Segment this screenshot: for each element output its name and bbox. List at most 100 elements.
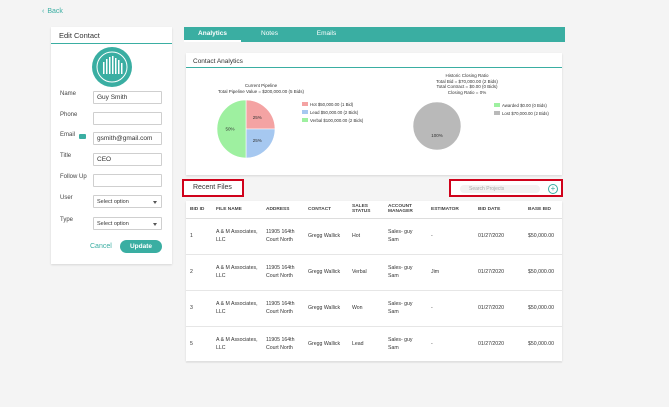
legend-swatch — [302, 118, 308, 122]
followup-field[interactable] — [93, 174, 162, 187]
col-bid-date[interactable]: BID DATE — [474, 201, 524, 219]
table-row[interactable]: 3 A & M Associates, LLC 11905 164th Cour… — [186, 290, 562, 327]
cell-estimator: - — [427, 218, 474, 255]
col-sales-status[interactable]: SALES STATUS — [348, 201, 384, 219]
pie-slice-label: 100% — [431, 133, 443, 138]
phone-label: Phone — [60, 112, 78, 118]
col-bid-id[interactable]: BID ID — [186, 201, 212, 219]
phone-row: Phone — [60, 112, 164, 125]
col-account-manager[interactable]: ACCOUNT MANAGER — [384, 201, 427, 219]
tab-analytics[interactable]: Analytics — [184, 27, 241, 42]
legend-label: Awarded $0.00 (0 Bids) — [502, 102, 547, 108]
col-file-name[interactable]: FILE NAME — [212, 201, 262, 219]
pie-slice-lead[interactable] — [245, 128, 276, 159]
avatar-logo-icon — [96, 51, 128, 83]
table-header-row: BID ID FILE NAME ADDRESS CONTACT SALES S… — [186, 201, 562, 219]
user-select-value: Select option — [97, 199, 129, 205]
user-select[interactable]: Select option — [93, 195, 162, 208]
cell-bid-date: 01/27/2020 — [474, 290, 524, 327]
cell-address: 11905 164th Court North — [262, 218, 304, 255]
cell-file-name: A & M Associates, LLC — [212, 218, 262, 255]
cell-address: 11905 164th Court North — [262, 326, 304, 363]
type-label: Type — [60, 217, 74, 223]
phone-field[interactable] — [93, 112, 162, 125]
cell-account-manager: Sales- guy Sam — [384, 254, 427, 291]
legend-item: Lost $70,000.00 (2 Bids) — [494, 109, 549, 117]
cell-bid-date: 01/27/2020 — [474, 254, 524, 291]
cell-sales-status: Hot — [348, 218, 384, 255]
cell-base-bid: $50,000.00 — [524, 326, 562, 363]
pie-slice-lost[interactable] — [412, 101, 462, 151]
cell-estimator: - — [427, 290, 474, 327]
edit-contact-title: Edit Contact — [51, 27, 172, 44]
cell-contact: Gregg Wallick — [304, 218, 348, 255]
cell-file-name: A & M Associates, LLC — [212, 254, 262, 291]
cell-bid-id: 2 — [186, 254, 212, 291]
search-input[interactable]: Search Projects — [460, 185, 540, 193]
tab-notes[interactable]: Notes — [241, 27, 298, 42]
recent-files-title: Recent Files — [182, 179, 244, 197]
cell-bid-date: 01/27/2020 — [474, 326, 524, 363]
cell-bid-id: 5 — [186, 326, 212, 363]
type-select-value: Select option — [97, 221, 129, 227]
table-row[interactable]: 2 A & M Associates, LLC 11905 164th Cour… — [186, 254, 562, 291]
cell-address: 11905 164th Court North — [262, 254, 304, 291]
title-row: Title CEO — [60, 153, 164, 166]
legend-item: Awarded $0.00 (0 Bids) — [494, 101, 549, 109]
legend-swatch — [494, 111, 500, 115]
cell-file-name: A & M Associates, LLC — [212, 290, 262, 327]
col-address[interactable]: ADDRESS — [262, 201, 304, 219]
table-row[interactable]: 1 A & M Associates, LLC 11905 164th Cour… — [186, 218, 562, 255]
cell-account-manager: Sales- guy Sam — [384, 326, 427, 363]
name-field[interactable]: Guy Smith — [93, 91, 162, 104]
cell-account-manager: Sales- guy Sam — [384, 290, 427, 327]
search-container: Search Projects + — [449, 179, 563, 197]
email-field[interactable]: gsmith@gmail.com — [93, 132, 162, 145]
cell-contact: Gregg Wallick — [304, 290, 348, 327]
cell-account-manager: Sales- guy Sam — [384, 218, 427, 255]
type-row: Type Select option — [60, 217, 164, 230]
cell-contact: Gregg Wallick — [304, 326, 348, 363]
pipeline-pie-chart: 25% 25% 50% — [216, 99, 276, 159]
col-contact[interactable]: CONTACT — [304, 201, 348, 219]
legend-label: Hot $50,000.00 (1 Bid) — [310, 101, 354, 107]
chevron-down-icon — [153, 201, 157, 204]
closing-title-line4: Closing Ratio = 0% — [447, 89, 487, 95]
cell-base-bid: $50,000.00 — [524, 254, 562, 291]
name-label: Name — [60, 91, 77, 97]
col-base-bid[interactable]: BASE BID — [524, 201, 562, 219]
closing-chart-title: Historic Closing Ratio Total Bid = $70,0… — [412, 73, 522, 95]
cell-address: 11905 164th Court North — [262, 290, 304, 327]
pie-slice-label: 50% — [226, 127, 235, 132]
email-icon[interactable] — [79, 134, 86, 139]
pipeline-legend: Hot $50,000.00 (1 Bid) Lead $50,000.00 (… — [302, 100, 363, 124]
col-estimator[interactable]: ESTIMATOR — [427, 201, 474, 219]
cell-bid-date: 01/27/2020 — [474, 218, 524, 255]
cell-base-bid: $50,000.00 — [524, 218, 562, 255]
cell-file-name: A & M Associates, LLC — [212, 326, 262, 363]
cancel-button[interactable]: Cancel — [90, 243, 112, 250]
chevron-left-icon: ‹ — [42, 8, 45, 15]
tab-bar: Analytics Notes Emails — [184, 27, 565, 42]
add-project-button[interactable]: + — [548, 184, 558, 194]
back-link[interactable]: ‹ Back — [42, 8, 63, 15]
closing-ratio-pie-chart: 100% — [412, 101, 462, 151]
cell-bid-id: 1 — [186, 218, 212, 255]
table-row[interactable]: 5 A & M Associates, LLC 11905 164th Cour… — [186, 326, 562, 363]
contact-analytics-card: Contact Analytics Current Pipeline Total… — [186, 53, 562, 175]
cell-bid-id: 3 — [186, 290, 212, 327]
tab-emails[interactable]: Emails — [298, 27, 355, 42]
legend-label: Verbal $100,000.00 (2 Bids) — [310, 117, 364, 123]
cell-base-bid: $50,000.00 — [524, 290, 562, 327]
edit-contact-card: Edit Contact Name Guy Smith Phone Email … — [51, 27, 172, 264]
pie-slice-label: 25% — [253, 115, 262, 120]
email-label: Email — [60, 132, 76, 138]
update-button[interactable]: Update — [120, 240, 162, 253]
legend-item: Verbal $100,000.00 (2 Bids) — [302, 116, 363, 124]
type-select[interactable]: Select option — [93, 217, 162, 230]
back-label: Back — [47, 8, 63, 15]
name-row: Name Guy Smith — [60, 91, 164, 104]
pie-slice-label: 25% — [253, 138, 262, 143]
plus-icon: + — [550, 184, 556, 193]
title-field[interactable]: CEO — [93, 153, 162, 166]
